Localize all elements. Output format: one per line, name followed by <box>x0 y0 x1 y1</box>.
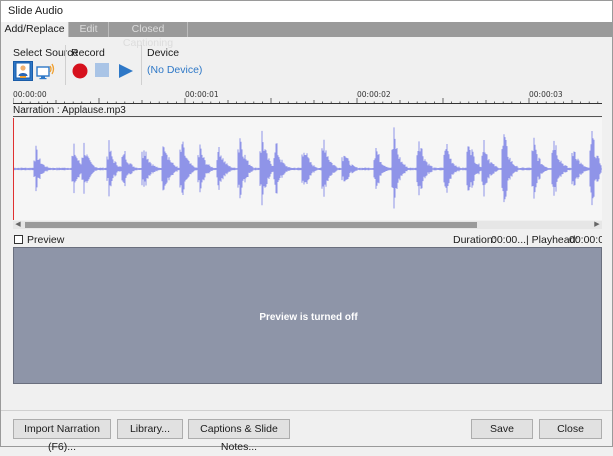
timeline-ruler[interactable]: 00:00:00 00:00:01 00:00:02 00:00:03 <box>13 90 602 104</box>
stop-icon <box>95 63 109 77</box>
record-button[interactable] <box>71 62 91 82</box>
tab-bar: Add/Replace Edit Closed Captioning <box>1 22 612 49</box>
tab-edit[interactable]: Edit <box>68 22 108 37</box>
select-source-label: Select Source <box>13 47 79 59</box>
waveform-graph <box>13 127 602 209</box>
playhead-value: 00:00:00 <box>569 234 602 246</box>
tab-bar-fill <box>187 22 612 37</box>
play-icon <box>119 64 133 78</box>
computer-audio-icon <box>36 63 55 80</box>
window-title: Slide Audio <box>1 1 612 22</box>
audio-waveform[interactable] <box>13 118 602 220</box>
preview-checkbox[interactable] <box>14 235 23 244</box>
system-audio-source-button[interactable] <box>36 61 56 81</box>
preview-row: Preview Duration: 00:00... | Playhead: 0… <box>13 234 602 246</box>
scroll-right-arrow[interactable]: ▶ <box>592 221 602 229</box>
scrollbar-thumb[interactable] <box>25 222 477 228</box>
play-button[interactable] <box>118 63 138 83</box>
narration-source-button[interactable] <box>13 61 33 81</box>
track-label: Narration : Applause.mp3 <box>13 105 602 117</box>
waveform-path <box>13 127 602 209</box>
library-button[interactable]: Library... <box>117 419 183 439</box>
import-narration-button[interactable]: Import Narration (F6)... <box>13 419 111 453</box>
footer-divider <box>1 410 612 411</box>
tab-closed-captioning[interactable]: Closed Captioning <box>108 22 187 49</box>
preview-checkbox-label: Preview <box>27 234 65 246</box>
ruler-ticks <box>13 98 599 104</box>
toolbar-separator <box>141 45 142 85</box>
record-icon <box>72 63 88 79</box>
save-button[interactable]: Save <box>471 419 533 439</box>
narrator-icon <box>15 62 31 79</box>
toolbar-separator <box>65 45 66 85</box>
device-label: Device <box>147 47 180 59</box>
device-value: (No Device) <box>147 64 203 76</box>
preview-panel: Preview is turned off <box>13 247 602 384</box>
close-button[interactable]: Close <box>539 419 602 439</box>
duration-value: 00:00... <box>491 234 527 246</box>
stop-button[interactable] <box>95 63 111 79</box>
tab-add-replace[interactable]: Add/Replace <box>1 22 68 37</box>
preview-message: Preview is turned off <box>259 312 358 323</box>
record-label: Record <box>71 47 105 59</box>
ruler-baseline <box>13 103 602 104</box>
slide-audio-dialog: Slide Audio Add/Replace Edit Closed Capt… <box>0 0 613 453</box>
scroll-left-arrow[interactable]: ◀ <box>13 221 23 229</box>
captions-slide-notes-button[interactable]: Captions & Slide Notes... <box>188 419 290 453</box>
duration-label: Duration: <box>453 234 496 246</box>
timeline-scrollbar[interactable]: ◀ ▶ <box>13 221 602 229</box>
